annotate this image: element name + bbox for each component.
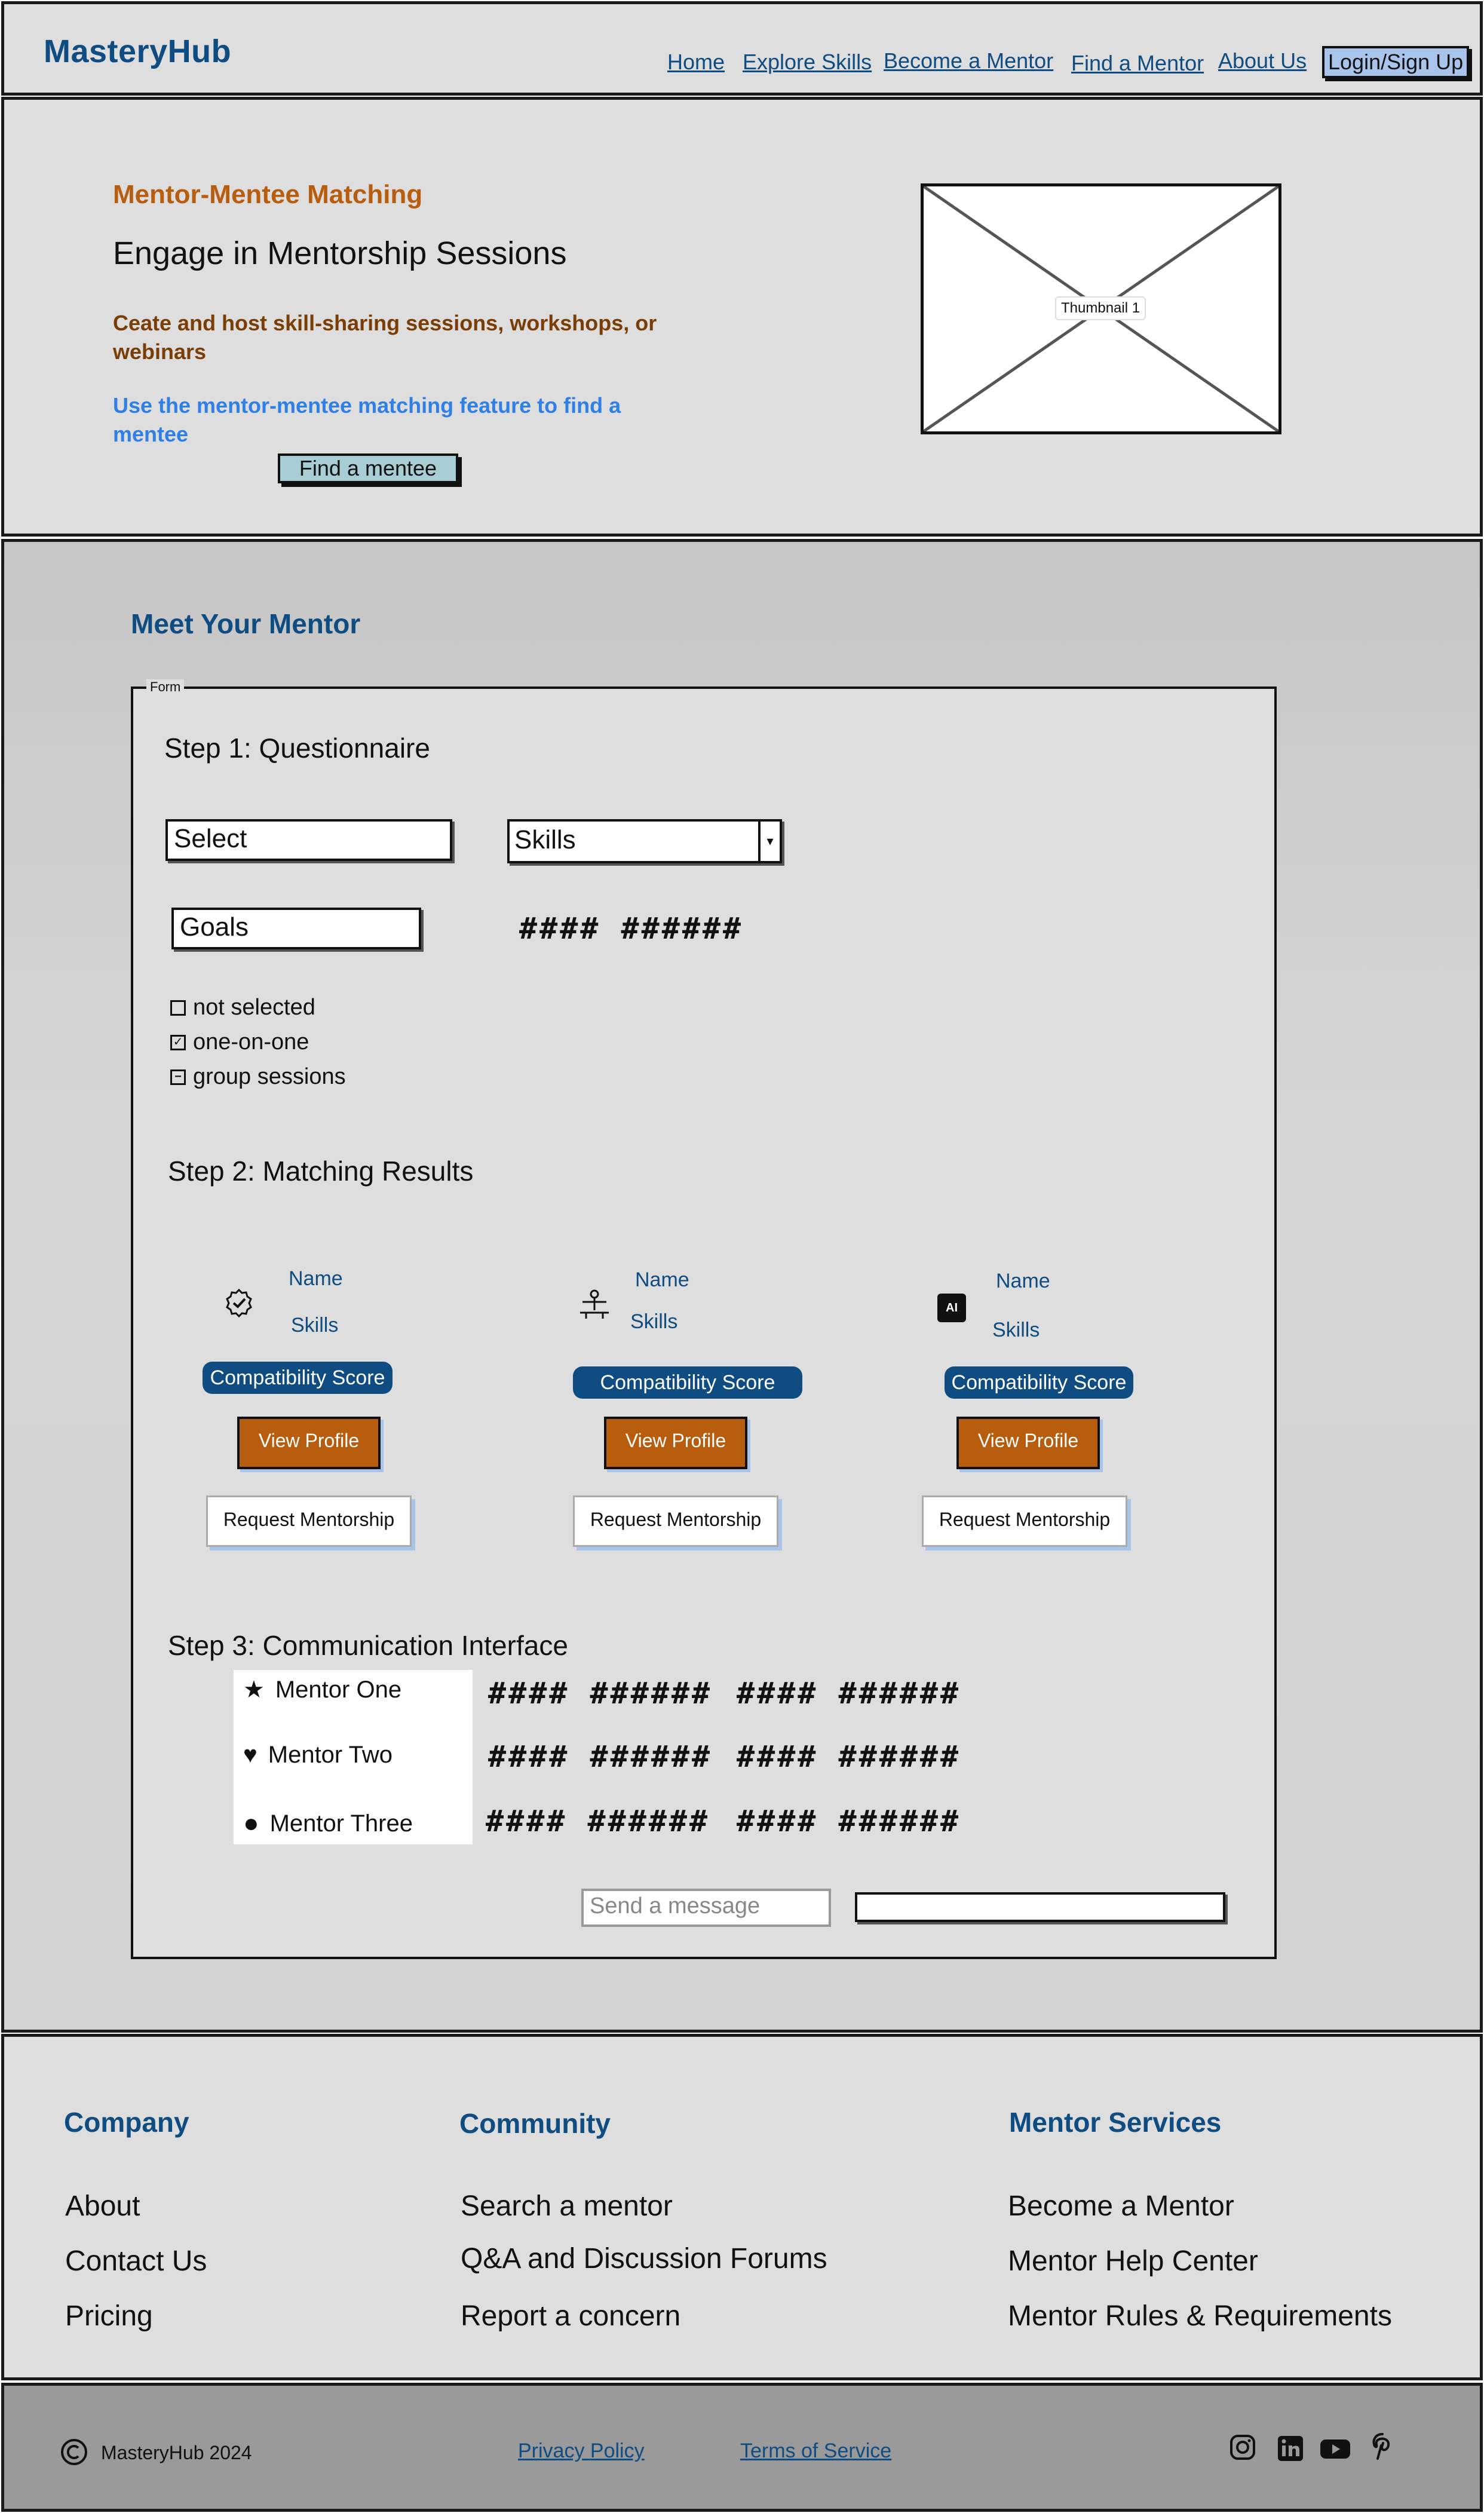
copyright-text: MasteryHub 2024 <box>101 2442 252 2463</box>
youtube-icon[interactable] <box>1319 2434 1352 2463</box>
chat-contact-mentor-one[interactable]: ★ Mentor One <box>243 1676 401 1703</box>
hero-section: Mentor-Mentee Matching Engage in Mentors… <box>1 97 1483 537</box>
mentor-name: Name <box>289 1267 343 1290</box>
pinterest-icon[interactable] <box>1368 2431 1397 2461</box>
footer-link-report[interactable]: Report a concern <box>461 2300 680 2333</box>
meet-mentor-section: Meet Your Mentor Form Step 1: Questionna… <box>1 539 1483 2033</box>
circle-icon: ● <box>243 1809 259 1838</box>
footer-link-search-mentor[interactable]: Search a mentor <box>461 2190 673 2223</box>
find-mentee-button[interactable]: Find a mentee <box>278 453 458 483</box>
thumbnail-label: Thumbnail 1 <box>1055 296 1146 320</box>
chat-message-text: #### ###### <box>737 1804 961 1838</box>
linkedin-icon[interactable] <box>1275 2434 1305 2463</box>
footer-link-help-center[interactable]: Mentor Help Center <box>1008 2245 1258 2278</box>
mentor-name: Name <box>996 1270 1050 1292</box>
footer-links-section: Company About Contact Us Pricing Communi… <box>1 2034 1483 2380</box>
goals-placeholder-text: #### ###### <box>519 911 744 946</box>
meet-mentor-title: Meet Your Mentor <box>131 608 361 639</box>
bottom-bar: MasteryHub 2024 Privacy Policy Terms of … <box>1 2383 1483 2512</box>
footer-link-forums[interactable]: Q&A and Discussion Forums <box>461 2242 827 2275</box>
select-field[interactable]: Select <box>165 819 452 861</box>
star-icon: ★ <box>243 1677 265 1703</box>
request-mentorship-button[interactable]: Request Mentorship <box>206 1495 412 1547</box>
heart-icon: ♥ <box>243 1742 257 1768</box>
mentor-skills: Skills <box>291 1314 339 1337</box>
badge-check-icon <box>226 1288 252 1317</box>
request-mentorship-button[interactable]: Request Mentorship <box>573 1495 778 1547</box>
view-profile-button[interactable]: View Profile <box>604 1417 747 1469</box>
brand-logo[interactable]: MasteryHub <box>44 33 231 70</box>
nav-become-mentor[interactable]: Become a Mentor <box>884 48 1053 73</box>
instagram-icon[interactable] <box>1228 2432 1258 2462</box>
step2-title: Step 2: Matching Results <box>168 1156 474 1187</box>
mentor-form: Form Step 1: Questionnaire Select Skills… <box>131 679 1277 1959</box>
chat-contact-mentor-three[interactable]: ● Mentor Three <box>243 1809 413 1838</box>
thumbnail-placeholder: Thumbnail 1 <box>921 183 1281 434</box>
chevron-down-icon[interactable]: ▾ <box>758 822 780 861</box>
chat-message-text: #### ###### <box>737 1676 961 1711</box>
chat-message-text: #### ###### <box>488 1739 713 1774</box>
privacy-policy-link[interactable]: Privacy Policy <box>518 2440 645 2463</box>
chat-contact-name: Mentor Two <box>268 1742 393 1768</box>
chat-contact-name: Mentor Three <box>269 1810 413 1837</box>
hero-eyebrow: Mentor-Mentee Matching <box>113 180 423 209</box>
checkbox-indeterminate-icon: − <box>170 1069 186 1085</box>
footer-link-become-mentor[interactable]: Become a Mentor <box>1008 2190 1234 2223</box>
checkbox-checked-icon: ✓ <box>170 1034 186 1050</box>
ai-chip-icon: AI <box>937 1294 966 1322</box>
checkbox-one-on-one[interactable]: ✓ one-on-one <box>170 1029 309 1055</box>
compatibility-score: Compatibility Score <box>945 1366 1133 1399</box>
step1-title: Step 1: Questionnaire <box>164 733 430 764</box>
mentor-name: Name <box>635 1268 689 1291</box>
mentor-skills: Skills <box>992 1319 1040 1341</box>
send-message-input[interactable]: Send a message <box>581 1889 831 1927</box>
goals-field[interactable]: Goals <box>171 908 421 949</box>
footer-link-contact[interactable]: Contact Us <box>65 2245 207 2278</box>
request-mentorship-button[interactable]: Request Mentorship <box>922 1495 1127 1547</box>
footer-heading-company: Company <box>64 2107 189 2138</box>
chat-contact-list: ★ Mentor One ♥ Mentor Two ● Mentor Three <box>234 1670 473 1844</box>
form-legend: Form <box>146 679 185 695</box>
compatibility-score: Compatibility Score <box>573 1366 802 1399</box>
checkbox-group-sessions[interactable]: − group sessions <box>170 1064 346 1090</box>
top-navbar: MasteryHub Home Explore Skills Become a … <box>1 1 1483 96</box>
nav-explore-skills[interactable]: Explore Skills <box>743 50 872 75</box>
skills-dropdown-value: Skills <box>514 825 576 854</box>
chat-message-text: #### ###### <box>488 1676 713 1711</box>
checkbox-not-selected[interactable]: not selected <box>170 995 315 1020</box>
mentor-person-icon <box>580 1289 609 1319</box>
nav-about-us[interactable]: About Us <box>1218 48 1307 73</box>
copyright-icon <box>61 2439 87 2465</box>
nav-find-mentor[interactable]: Find a Mentor <box>1071 51 1204 76</box>
chat-contact-name: Mentor One <box>275 1676 402 1703</box>
checkbox-label: group sessions <box>193 1064 346 1089</box>
chat-message-text: #### ###### <box>486 1804 710 1838</box>
checkbox-empty-icon <box>170 1000 186 1016</box>
checkbox-label: not selected <box>193 995 315 1020</box>
view-profile-button[interactable]: View Profile <box>237 1417 381 1469</box>
step3-title: Step 3: Communication Interface <box>168 1630 568 1661</box>
compatibility-score: Compatibility Score <box>203 1362 393 1394</box>
hero-title: Engage in Mentorship Sessions <box>113 235 567 271</box>
terms-of-service-link[interactable]: Terms of Service <box>740 2440 891 2463</box>
footer-link-pricing[interactable]: Pricing <box>65 2300 153 2333</box>
footer-heading-mentor-services: Mentor Services <box>1009 2107 1222 2138</box>
footer-link-rules[interactable]: Mentor Rules & Requirements <box>1008 2300 1392 2333</box>
chat-contact-mentor-two[interactable]: ♥ Mentor Two <box>243 1742 393 1769</box>
message-compose-bar[interactable] <box>855 1892 1225 1922</box>
mentor-skills: Skills <box>630 1310 678 1333</box>
checkbox-label: one-on-one <box>193 1029 309 1055</box>
view-profile-button[interactable]: View Profile <box>956 1417 1100 1469</box>
footer-heading-community: Community <box>459 2108 611 2139</box>
hero-matching-text: Use the mentor-mentee matching feature t… <box>113 393 621 446</box>
chat-message-text: #### ###### <box>737 1739 961 1774</box>
login-signup-button[interactable]: Login/Sign Up <box>1322 46 1470 78</box>
footer-link-about[interactable]: About <box>65 2190 140 2223</box>
skills-dropdown[interactable]: Skills ▾ <box>507 819 782 863</box>
hero-description: Ceate and host skill-sharing sessions, w… <box>113 311 657 364</box>
nav-home[interactable]: Home <box>667 50 725 75</box>
